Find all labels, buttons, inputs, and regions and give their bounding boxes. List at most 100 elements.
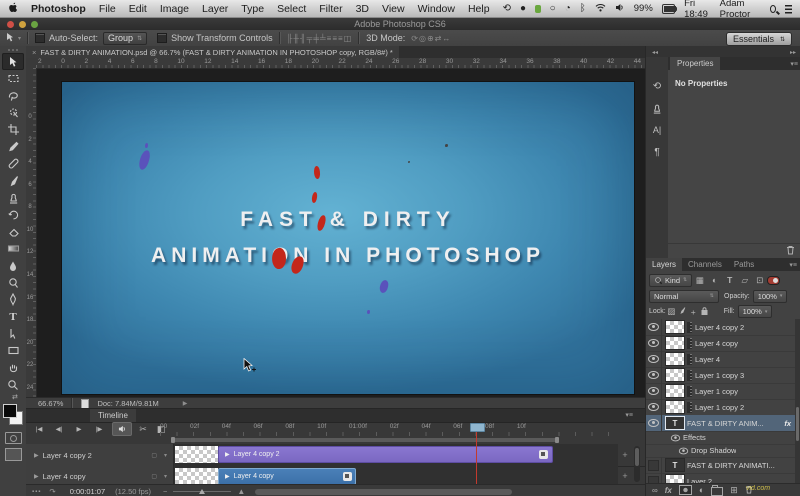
3d-slide-icon[interactable]: ⇄ <box>435 34 443 43</box>
swap-colors-icon[interactable]: ⇄ <box>12 393 18 401</box>
move-tool[interactable] <box>2 53 24 70</box>
flip-icon[interactable]: ↷ <box>49 487 55 496</box>
playhead-marker[interactable] <box>470 423 485 432</box>
3d-rotate-icon[interactable]: ⟳ <box>411 34 419 43</box>
wifi-icon[interactable] <box>595 3 606 15</box>
visibility-eye-icon[interactable] <box>648 355 659 363</box>
delete-icon[interactable] <box>786 245 795 257</box>
notification-center-icon[interactable] <box>785 5 792 14</box>
toolbar-grip[interactable] <box>8 49 18 51</box>
layer-effects-fx-icon[interactable]: fx <box>784 419 791 428</box>
filter-pixel-layers-icon[interactable]: ▦ <box>692 275 707 286</box>
app-status-icon[interactable]: ● <box>520 4 526 14</box>
filter-smart-objects-icon[interactable]: ⊡ <box>752 275 767 286</box>
timeline-panel-menu-icon[interactable]: ▾≡ <box>625 411 633 419</box>
menu-select[interactable]: Select <box>277 3 306 15</box>
character-panel-icon[interactable]: A| <box>646 119 668 141</box>
align-bottom-icon[interactable]: ╧ <box>320 34 327 43</box>
track-menu-icon[interactable]: ▾ <box>164 473 167 480</box>
filter-shape-layers-icon[interactable]: ▱ <box>737 275 752 286</box>
effects-row[interactable]: Effects <box>646 431 800 445</box>
foreground-color-swatch[interactable] <box>3 404 17 418</box>
menu-filter[interactable]: Filter <box>319 3 342 15</box>
layer-row[interactable]: Layer 4 copy <box>646 335 800 352</box>
layer-row[interactable]: Layer 4 <box>646 351 800 368</box>
track-label-layer-4-copy[interactable]: ▶ Layer 4 copy ▢ ▾ <box>26 466 174 484</box>
dodge-tool[interactable] <box>2 274 24 291</box>
zoom-tool[interactable] <box>2 376 24 393</box>
visibility-eye-icon[interactable] <box>679 447 688 454</box>
menu-window[interactable]: Window <box>418 3 455 15</box>
visibility-eye-icon[interactable] <box>648 323 659 331</box>
layer-row[interactable]: Layer 1 copy 2 <box>646 399 800 416</box>
dropbox-status-icon[interactable]: ○ <box>550 4 556 14</box>
canvas[interactable]: FAST & DIRTY ANIMATION IN PHOTOSHOP <box>62 82 634 394</box>
track-keyframe-icon[interactable]: ▢ <box>151 452 157 459</box>
visibility-eye-icon[interactable] <box>648 403 659 411</box>
layer-thumbnail[interactable] <box>666 353 684 365</box>
zoom-in-timeline-icon[interactable]: ▲ <box>237 487 245 496</box>
align-right-icon[interactable]: ╢ <box>300 34 307 43</box>
show-transform-checkbox[interactable] <box>157 33 167 43</box>
menu-image[interactable]: Image <box>160 3 189 15</box>
blur-tool[interactable] <box>2 257 24 274</box>
quick-selection-tool[interactable] <box>2 104 24 121</box>
type-tool[interactable]: T <box>2 308 24 325</box>
split-clip-button[interactable]: ✂ <box>134 423 152 435</box>
visibility-eye-empty[interactable] <box>648 476 659 484</box>
filter-kind-dropdown[interactable]: Kind⇅ <box>649 274 692 287</box>
lock-pixels-icon[interactable] <box>677 306 688 317</box>
timeline-horizontal-scrollbar[interactable] <box>255 489 512 495</box>
gradient-tool[interactable] <box>2 240 24 257</box>
history-brush-tool[interactable] <box>2 206 24 223</box>
mute-audio-button[interactable] <box>112 422 132 436</box>
menu-file[interactable]: File <box>99 3 116 15</box>
render-video-icon[interactable]: ▪▪▪ <box>32 489 41 495</box>
track-disclosure-icon[interactable]: ▶ <box>34 473 39 480</box>
3d-roll-icon[interactable]: ◎ <box>419 34 427 43</box>
layer-row[interactable]: Layer 4 copy 2 <box>646 319 800 336</box>
lock-position-icon[interactable]: + <box>688 307 699 317</box>
visibility-eye-icon[interactable] <box>648 387 659 395</box>
visibility-eye-empty[interactable] <box>648 460 659 471</box>
tab-properties[interactable]: Properties <box>670 57 720 70</box>
fill-value[interactable]: 100%▾ <box>738 305 773 318</box>
align-middle-icon[interactable]: ╪ <box>313 34 320 43</box>
zoom-level-field[interactable]: 66.67% <box>38 399 63 408</box>
history-panel-icon[interactable]: ⟲ <box>646 75 668 97</box>
apple-menu-icon[interactable] <box>8 2 18 16</box>
track-disclosure-icon[interactable]: ▶ <box>34 452 39 459</box>
menu-layer[interactable]: Layer <box>202 3 228 15</box>
add-layer-mask-icon[interactable] <box>679 485 692 495</box>
layer-thumbnail[interactable] <box>666 401 684 413</box>
drop-shadow-row[interactable]: Drop Shadow <box>646 444 800 458</box>
lasso-tool[interactable] <box>2 87 24 104</box>
visibility-eye-icon[interactable] <box>648 419 659 427</box>
shape-tool[interactable] <box>2 342 24 359</box>
menu-photoshop[interactable]: Photoshop <box>31 3 86 15</box>
collapse-dock-icon[interactable]: ◂◂ <box>652 49 658 56</box>
expand-dock-icon[interactable]: ▸▸ <box>790 49 796 56</box>
move-tool-preset-icon[interactable] <box>5 32 17 45</box>
opacity-value[interactable]: 100%▾ <box>753 290 788 303</box>
menu-type[interactable]: Type <box>241 3 264 15</box>
track-keyframe-icon[interactable]: ▢ <box>151 473 157 480</box>
lock-all-icon[interactable] <box>699 307 710 317</box>
new-layer-icon[interactable]: ⊞ <box>730 485 738 496</box>
layer-thumbnail[interactable] <box>666 337 684 349</box>
layer-thumbnail[interactable] <box>666 385 684 397</box>
lock-transparency-icon[interactable]: ▨ <box>666 306 677 317</box>
clip-layer-4-copy-2[interactable]: ▶ Layer 4 copy 2 <box>218 446 553 463</box>
previous-frame-button[interactable]: ◀| <box>50 423 68 435</box>
properties-panel-menu-icon[interactable]: ▾≡ <box>790 60 798 68</box>
layer-row[interactable]: Layer 1 copy <box>646 383 800 400</box>
visibility-eye-icon[interactable] <box>671 434 680 441</box>
add-media-button[interactable]: + <box>618 444 632 466</box>
quick-mask-button[interactable] <box>5 432 22 444</box>
new-group-icon[interactable] <box>711 487 723 496</box>
auto-align-icon[interactable]: ◫ <box>344 34 353 43</box>
menu-clock[interactable]: Fri 18:49 <box>684 0 711 20</box>
timeline-tab[interactable]: Timeline <box>90 409 136 422</box>
timemachine-status-icon[interactable]: ◔ <box>565 4 571 14</box>
layers-scrollbar[interactable] <box>795 319 800 483</box>
